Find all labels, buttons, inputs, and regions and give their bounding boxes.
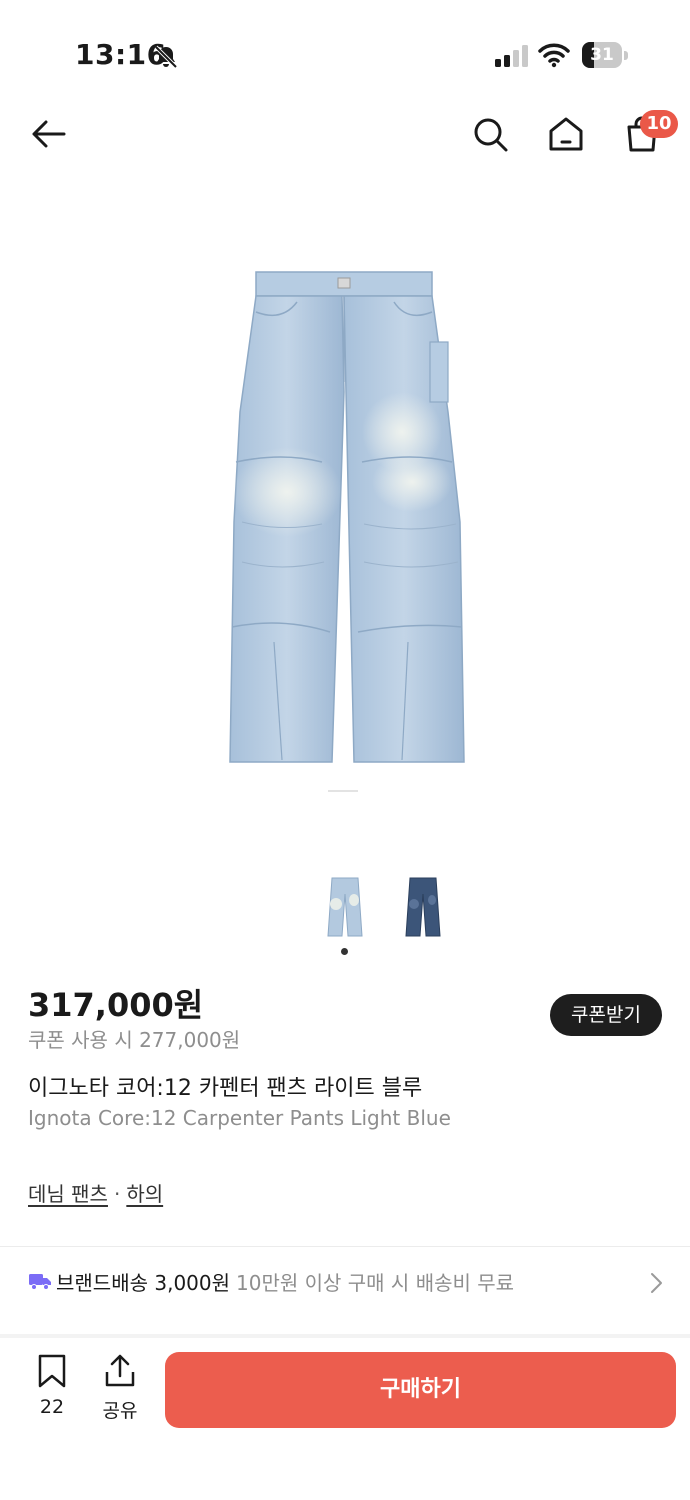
category-link-denim-pants[interactable]: 데님 팬츠 — [28, 1182, 108, 1206]
search-button[interactable] — [468, 112, 512, 156]
product-price: 317,000원 — [28, 986, 204, 1024]
category-link-bottoms[interactable]: 하의 — [126, 1182, 163, 1206]
coupon-price: 쿠폰 사용 시 277,000원 — [28, 1028, 241, 1052]
shipping-info-row[interactable]: 브랜드배송 3,000원 10만원 이상 구매 시 배송비 무료 — [0, 1247, 690, 1317]
bookmark-button[interactable]: 22 — [26, 1354, 78, 1418]
shipping-text: 브랜드배송 3,000원 10만원 이상 구매 시 배송비 무료 — [56, 1267, 514, 1296]
bookmark-count: 22 — [39, 1396, 65, 1418]
home-button[interactable] — [544, 112, 588, 156]
truck-icon — [29, 1274, 51, 1290]
bottom-bar-divider — [0, 1334, 690, 1338]
chevron-right-icon — [651, 1273, 662, 1293]
product-image[interactable] — [212, 262, 482, 772]
cart-count-badge: 10 — [640, 110, 678, 138]
share-label: 공유 — [102, 1400, 138, 1422]
gallery-dot-active — [341, 948, 348, 955]
buy-button[interactable]: 구매하기 — [165, 1352, 676, 1428]
arrow-left-icon — [32, 120, 66, 148]
category-separator: · — [113, 1182, 121, 1206]
share-icon — [105, 1354, 135, 1387]
product-name-korean: 이그노타 코어:12 카펜터 팬츠 라이트 블루 — [28, 1076, 423, 1101]
cellular-signal-icon — [495, 45, 528, 67]
free-shipping-note: 10만원 이상 구매 시 배송비 무료 — [236, 1271, 515, 1295]
home-icon — [549, 117, 583, 151]
share-button[interactable]: 공유 — [94, 1354, 146, 1422]
thumbnail-dark-blue[interactable] — [404, 874, 442, 938]
thumbnail-light-blue[interactable] — [326, 874, 364, 938]
product-name-english: Ignota Core:12 Carpenter Pants Light Blu… — [28, 1106, 451, 1130]
battery-indicator: 31 — [582, 42, 628, 68]
bell-slash-icon — [154, 45, 178, 69]
shipping-fee: 브랜드배송 3,000원 — [56, 1271, 231, 1295]
coupon-button[interactable]: 쿠폰받기 — [550, 994, 662, 1036]
wifi-icon — [538, 43, 570, 68]
image-divider — [328, 790, 358, 792]
battery-level: 31 — [590, 45, 614, 65]
search-icon — [474, 118, 508, 152]
category-breadcrumb: 데님 팬츠 · 하의 — [28, 1178, 163, 1207]
bookmark-icon — [38, 1354, 66, 1388]
status-bar: 13:16 31 — [0, 0, 690, 100]
back-button[interactable] — [26, 112, 70, 156]
